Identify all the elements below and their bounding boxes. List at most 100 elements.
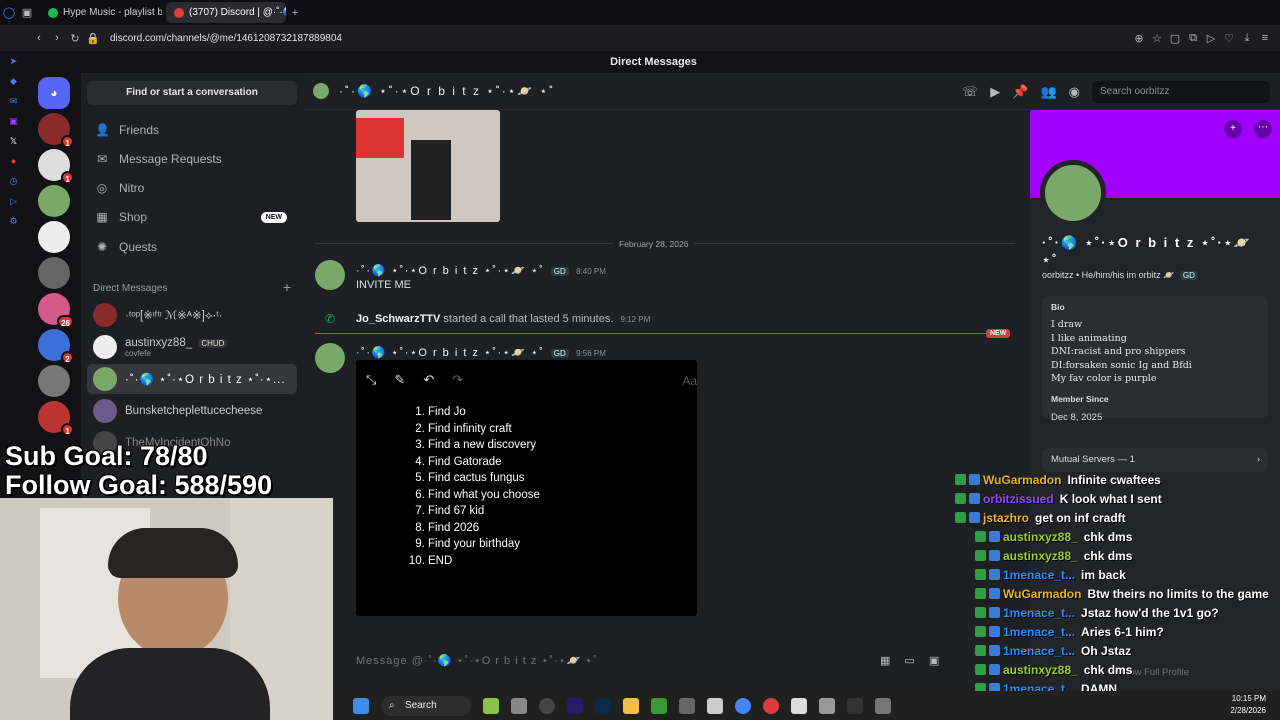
- profile-avatar[interactable]: [1040, 160, 1106, 226]
- new-tab-icon[interactable]: +: [286, 7, 304, 19]
- nav-quests[interactable]: ✺ Quests: [87, 233, 297, 261]
- taskbar-search[interactable]: ⌕ Search: [381, 695, 471, 716]
- message-author[interactable]: ·˚·🌎 ⋆˚·⋆O r b i t z ⋆˚·⋆🪐 ⋆˚: [356, 265, 544, 277]
- server-icon[interactable]: 2: [38, 329, 74, 364]
- sub-badge-icon: [989, 531, 1000, 542]
- screenshot-icon[interactable]: ▢: [1166, 32, 1184, 45]
- app-icon[interactable]: [847, 697, 863, 714]
- avatar[interactable]: [315, 343, 345, 373]
- redo-icon: ↷: [452, 372, 464, 387]
- follow-goal: Follow Goal: 588/590: [5, 470, 273, 500]
- app-icon[interactable]: [791, 697, 807, 714]
- list-item: Find what you choose: [428, 487, 540, 504]
- stream-chat-username: 1menace_t...: [1003, 605, 1076, 620]
- nav-nitro[interactable]: ◎ Nitro: [87, 174, 297, 202]
- menu-icon[interactable]: ≡: [1256, 32, 1274, 45]
- server-icon[interactable]: 1: [38, 149, 74, 184]
- sub-badge-icon: [969, 493, 980, 504]
- search-input[interactable]: Search oorbitzz: [1092, 81, 1270, 103]
- back-icon[interactable]: ‹: [30, 32, 48, 44]
- chrome-icon[interactable]: [735, 697, 751, 714]
- nav-message-requests[interactable]: ✉ Message Requests: [87, 145, 297, 173]
- tab-overview-icon[interactable]: ▣: [18, 6, 36, 19]
- avatar[interactable]: [315, 260, 345, 290]
- app-icon[interactable]: [679, 697, 695, 714]
- nav-shop[interactable]: ▦ Shop NEW: [87, 203, 297, 231]
- tab-discord[interactable]: (3707) Discord | @·˚·🌎 ·: [166, 2, 286, 23]
- start-icon[interactable]: [353, 697, 369, 714]
- sidebar-telegram-icon[interactable]: ➤: [8, 55, 20, 67]
- download-icon[interactable]: ⤓: [1238, 32, 1256, 45]
- app-icon[interactable]: [875, 697, 891, 714]
- media-player-icon[interactable]: [539, 697, 555, 714]
- sidebar-history-icon[interactable]: ◷: [8, 175, 20, 187]
- server-icon[interactable]: 1: [38, 113, 74, 148]
- shop-icon: ▦: [96, 210, 108, 224]
- app-icon[interactable]: [511, 697, 527, 714]
- server-icon[interactable]: [38, 257, 70, 289]
- add-friends-icon[interactable]: 👥: [1040, 84, 1056, 100]
- photoshop-icon[interactable]: [595, 697, 611, 714]
- gift-icon[interactable]: ▦: [880, 654, 890, 667]
- sidebar-mail-icon[interactable]: ✉: [8, 95, 20, 107]
- server-icon[interactable]: [38, 221, 70, 253]
- premiere-icon[interactable]: [567, 697, 583, 714]
- server-icon[interactable]: 1: [38, 401, 74, 436]
- video-icon[interactable]: ▶: [990, 84, 1000, 100]
- browser-logo-icon[interactable]: ◯: [0, 6, 18, 19]
- url-field[interactable]: discord.com/channels/@me/146120873218788…: [110, 33, 342, 44]
- forward-icon[interactable]: ›: [48, 32, 66, 44]
- attached-image[interactable]: [356, 110, 500, 222]
- sidebar-settings-icon[interactable]: ⚙: [8, 215, 20, 227]
- minecraft-icon[interactable]: [651, 697, 667, 714]
- edit-icon: ✎: [394, 372, 406, 387]
- screenshot-attachment[interactable]: ⤡ ✎ ↶ ↷ Aa Find Jo Find infinity craft F…: [356, 360, 697, 616]
- heart-icon[interactable]: ♡: [1220, 32, 1238, 45]
- extension-icon[interactable]: ⧉: [1184, 32, 1202, 45]
- avatar: [93, 367, 117, 391]
- zoom-icon[interactable]: ⊕: [1130, 32, 1148, 45]
- new-messages-badge: NEW: [986, 329, 1011, 338]
- sub-badge-icon: [989, 569, 1000, 580]
- dm-item[interactable]: ·ᵗᵒᵖ[※ᶦᶠᵗᶦ ℳ※ᴬ※]⟡·ᵗ·: [87, 300, 297, 330]
- call-icon[interactable]: ☏: [962, 84, 978, 100]
- sidebar-twitch-icon[interactable]: ▣: [8, 115, 20, 127]
- pin-icon[interactable]: 📌: [1012, 84, 1028, 100]
- dm-item[interactable]: austinxyz88_ CHUD covfefe: [87, 332, 297, 362]
- sidebar-bag-icon[interactable]: ◆: [8, 75, 20, 87]
- find-conversation-button[interactable]: Find or start a conversation: [87, 81, 297, 105]
- app-icon[interactable]: [819, 697, 835, 714]
- sticker-icon[interactable]: ▣: [929, 654, 939, 667]
- stream-chat-username: orbitzissued: [983, 491, 1054, 506]
- message-author[interactable]: ·˚·🌎 ⋆˚·⋆O r b i t z ⋆˚·⋆🪐 ⋆˚: [356, 347, 544, 359]
- create-dm-icon[interactable]: +: [283, 279, 291, 295]
- taskbar-clock[interactable]: 10:15 PM 2/28/2026: [1230, 693, 1266, 717]
- add-friend-icon[interactable]: +: [1224, 120, 1242, 138]
- profile-toggle-icon[interactable]: ◉: [1069, 84, 1080, 100]
- dm-item-orbitz[interactable]: ·˚·🌎 ⋆˚·⋆O r b i t z ⋆˚·⋆...: [87, 364, 297, 394]
- nav-friends[interactable]: 👤 Friends: [87, 116, 297, 144]
- more-options-icon[interactable]: ⋯: [1254, 120, 1272, 138]
- server-icon[interactable]: [38, 185, 70, 217]
- play-icon[interactable]: ▷: [1202, 32, 1220, 45]
- reload-icon[interactable]: ↻: [66, 32, 84, 45]
- date-divider: February 28, 2026: [613, 239, 695, 249]
- gif-icon[interactable]: ▭: [904, 654, 914, 667]
- server-icon[interactable]: [38, 365, 70, 397]
- browser-icon[interactable]: [763, 697, 779, 714]
- stream-chat-message: 1menace_t... Aries 6-1 him?: [975, 622, 1164, 641]
- mutual-servers-row[interactable]: Mutual Servers — 1 ›: [1042, 448, 1268, 472]
- sidebar-record-icon[interactable]: ●: [8, 155, 20, 167]
- app-icon[interactable]: [707, 697, 723, 714]
- sidebar-send-icon[interactable]: ▷: [8, 195, 20, 207]
- dm-item[interactable]: Bunsketcheplettucecheese: [87, 396, 297, 426]
- app-icon[interactable]: [483, 697, 499, 714]
- discord-title-bar: Direct Messages: [27, 51, 1280, 73]
- sidebar-x-icon[interactable]: 𝕏: [8, 135, 20, 147]
- bookmark-icon[interactable]: ☆: [1148, 32, 1166, 45]
- server-icon[interactable]: 26: [38, 293, 74, 328]
- discord-home-button[interactable]: ◕: [38, 77, 70, 109]
- list-item: Find 67 kid: [428, 503, 540, 520]
- tab-hype-music[interactable]: Hype Music - playlist by J: [40, 2, 162, 23]
- file-explorer-icon[interactable]: [623, 697, 639, 714]
